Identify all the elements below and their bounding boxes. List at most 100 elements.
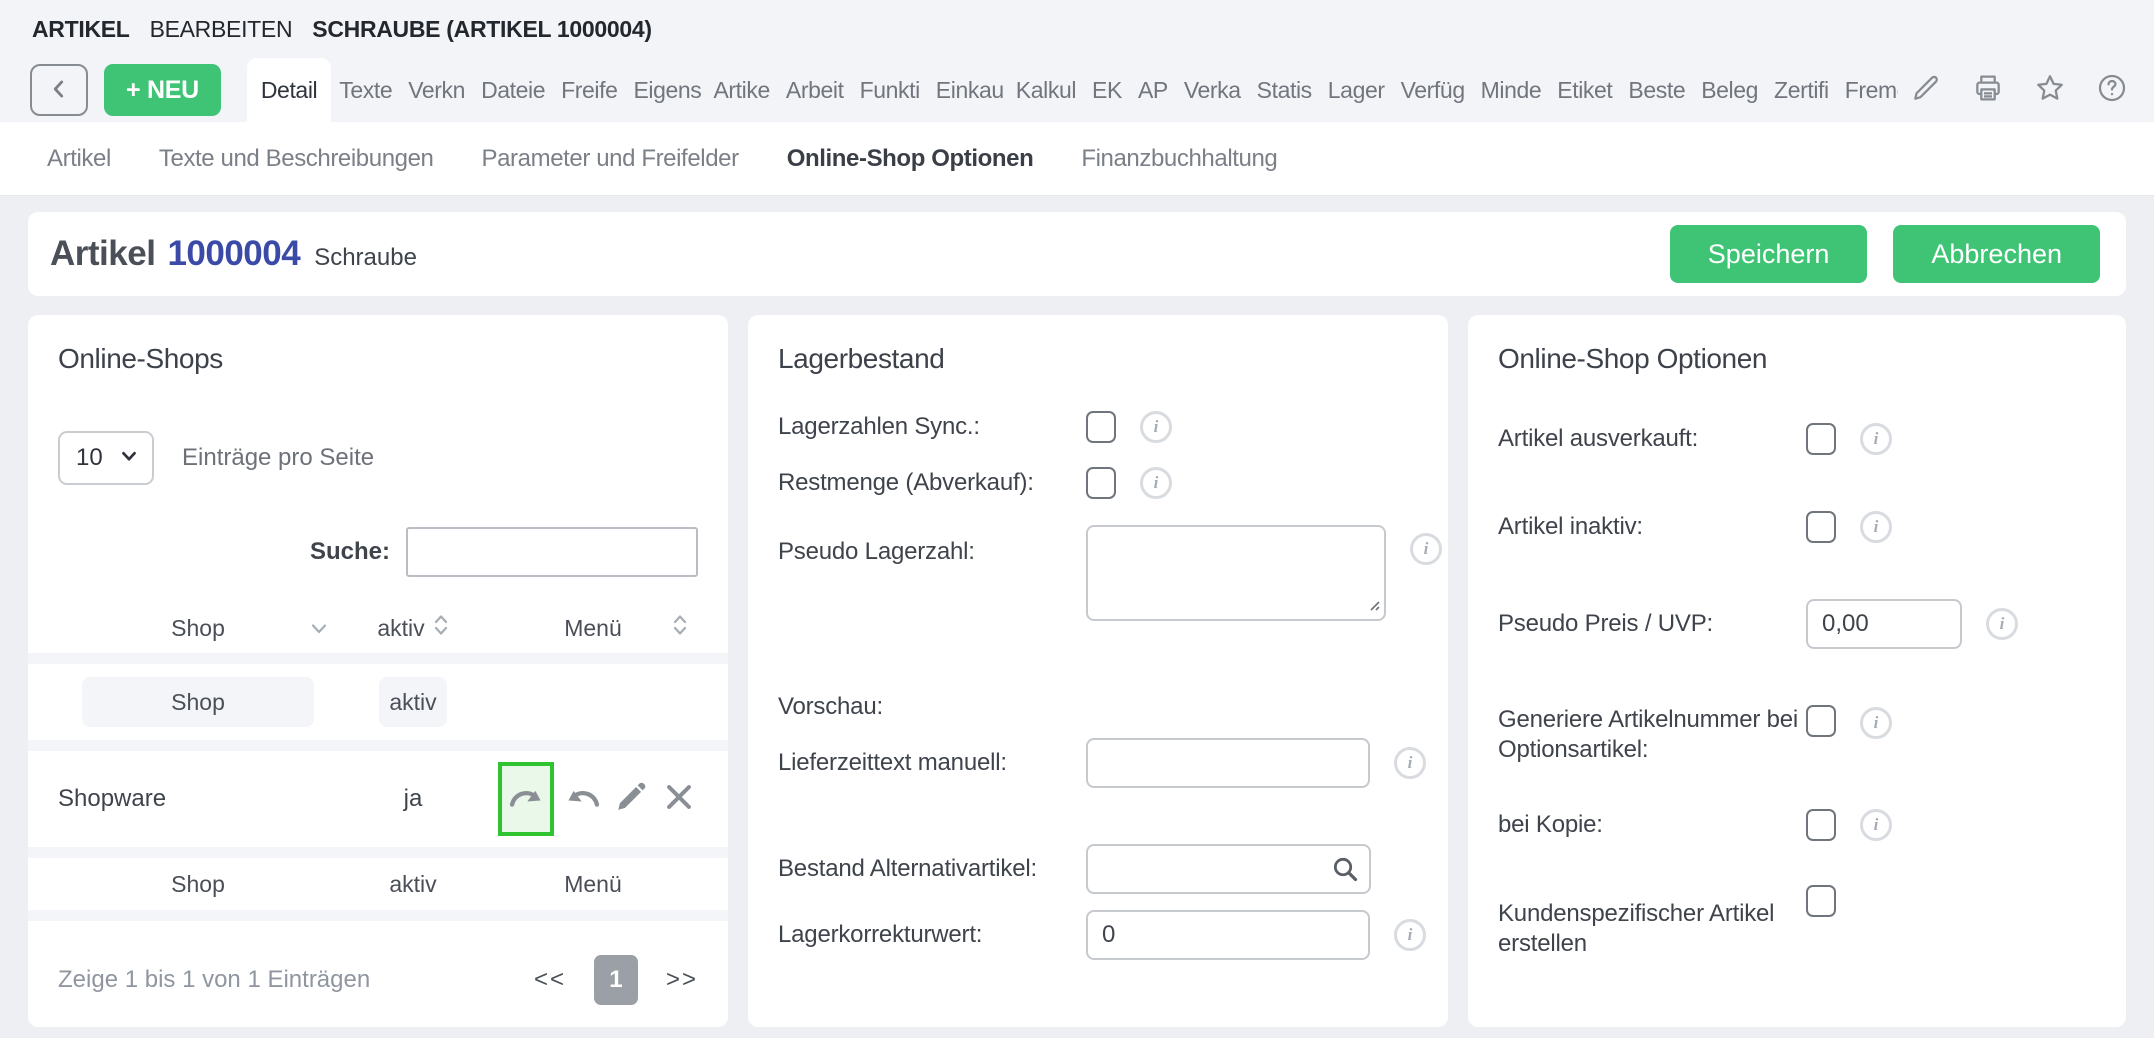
print-icon[interactable] [1972, 72, 2004, 109]
table-row-shopware: Shopware ja [58, 751, 698, 847]
artikel-ausverkauft-label: Artikel ausverkauft: [1498, 424, 1806, 454]
search-magnifier-icon[interactable] [1331, 855, 1359, 883]
tab-lager[interactable]: Lager [1320, 58, 1393, 122]
breadcrumb-item: SCHRAUBE (ARTIKEL 1000004) [312, 16, 651, 43]
page-size-select[interactable]: 10 [58, 431, 154, 485]
shops-table-footer: Shop aktiv Menü [58, 858, 698, 910]
pseudo-preis-label: Pseudo Preis / UVP: [1498, 609, 1806, 639]
page-number-button[interactable]: 1 [594, 955, 638, 1005]
tab-texte[interactable]: Texte [331, 58, 400, 122]
lagerzahlen-sync-label: Lagerzahlen Sync.: [778, 412, 1086, 442]
lagerbestand-panel: Lagerbestand Lagerzahlen Sync.: i Restme… [748, 315, 1448, 1027]
subnav-texte-beschreibungen[interactable]: Texte und Beschreibungen [159, 145, 434, 173]
restmenge-checkbox[interactable] [1086, 467, 1116, 499]
lieferzeittext-input[interactable] [1086, 738, 1370, 788]
tab-ek[interactable]: EK [1084, 58, 1130, 122]
artikel-inaktiv-checkbox[interactable] [1806, 511, 1836, 543]
cell-aktiv-value: ja [338, 785, 488, 813]
pagination: Zeige 1 bis 1 von 1 Einträgen << 1 >> [58, 955, 698, 1005]
vorschau-label: Vorschau: [778, 692, 1086, 722]
tab-belege[interactable]: Beleg [1693, 58, 1766, 122]
tab-dateien[interactable]: Dateie [473, 58, 553, 122]
subnav-artikel[interactable]: Artikel [47, 145, 111, 173]
kundenspezifisch-label: Kundenspezifischer Artikel erstellen [1498, 899, 1806, 959]
tab-funktionen[interactable]: Funkti [852, 58, 928, 122]
tab-artikel[interactable]: Artike [705, 58, 777, 122]
page-size-label: Einträge pro Seite [182, 444, 374, 472]
info-icon[interactable]: i [1410, 533, 1442, 565]
tab-mindestlager[interactable]: Minde [1473, 58, 1550, 122]
breadcrumb-action: BEARBEITEN [150, 16, 293, 43]
new-button[interactable]: + NEU [104, 64, 221, 116]
info-icon[interactable]: i [1394, 747, 1426, 779]
tab-etiketten[interactable]: Etiket [1549, 58, 1620, 122]
back-button[interactable] [30, 64, 88, 116]
tab-eigenschaften[interactable]: Eigens [625, 58, 705, 122]
favorite-star-icon[interactable] [2034, 72, 2066, 109]
info-icon[interactable]: i [1140, 467, 1172, 499]
generiere-artikelnummer-checkbox[interactable] [1806, 705, 1836, 737]
tab-arbeit[interactable]: Arbeit [778, 58, 852, 122]
pseudo-preis-input[interactable] [1806, 599, 1962, 649]
bei-kopie-label: bei Kopie: [1498, 810, 1806, 840]
sub-navigation: Artikel Texte und Beschreibungen Paramet… [0, 122, 2154, 196]
previous-page-button[interactable]: << [534, 966, 566, 994]
edit-pencil-icon[interactable] [1910, 72, 1942, 109]
undo-icon[interactable] [564, 780, 602, 819]
column-header-shop[interactable]: Shop [58, 603, 338, 653]
sort-icon [433, 612, 449, 644]
pseudo-lagerzahl-textarea[interactable] [1086, 525, 1386, 621]
next-page-button[interactable]: >> [666, 966, 698, 994]
subnav-finanzbuchhaltung[interactable]: Finanzbuchhaltung [1081, 145, 1277, 173]
info-icon[interactable]: i [1860, 809, 1892, 841]
lagerkorrekturwert-input[interactable] [1086, 910, 1370, 960]
info-icon[interactable]: i [1394, 919, 1426, 951]
edit-pencil-icon[interactable] [612, 780, 650, 819]
filter-shop-button[interactable]: Shop [82, 677, 314, 727]
tab-freifelder[interactable]: Freife [553, 58, 625, 122]
bestand-alternativartikel-input[interactable] [1086, 844, 1371, 894]
help-icon[interactable] [2096, 72, 2128, 109]
save-button[interactable]: Speichern [1670, 225, 1868, 283]
delete-x-icon[interactable] [660, 780, 698, 819]
online-shops-title: Online-Shops [58, 343, 698, 375]
info-icon[interactable]: i [1986, 608, 2018, 640]
tab-einkauf[interactable]: Einkau [928, 58, 1008, 122]
info-icon[interactable]: i [1860, 423, 1892, 455]
subnav-parameter-freifelder[interactable]: Parameter und Freifelder [482, 145, 739, 173]
pagination-info: Zeige 1 bis 1 von 1 Einträgen [58, 966, 370, 994]
lagerkorrekturwert-label: Lagerkorrekturwert: [778, 920, 1086, 950]
search-input[interactable] [406, 527, 698, 577]
tab-verkn[interactable]: Verkn [400, 58, 473, 122]
toolbar-icon-group [1898, 58, 2128, 122]
subnav-online-shop-optionen[interactable]: Online-Shop Optionen [787, 145, 1034, 173]
artikel-ausverkauft-checkbox[interactable] [1806, 423, 1836, 455]
shop-optionen-title: Online-Shop Optionen [1498, 343, 2096, 375]
tab-kalkulation[interactable]: Kalkul [1008, 58, 1084, 122]
filter-aktiv-button[interactable]: aktiv [379, 677, 447, 727]
pseudo-lagerzahl-label: Pseudo Lagerzahl: [778, 537, 1086, 567]
info-icon[interactable]: i [1140, 411, 1172, 443]
tab-verkauf[interactable]: Verka [1176, 58, 1249, 122]
bei-kopie-checkbox[interactable] [1806, 809, 1836, 841]
shops-filter-row: Shop aktiv [58, 664, 698, 740]
tab-strip: Detail Texte Verkn Dateie Freife Eigens … [247, 58, 1947, 122]
info-icon[interactable]: i [1860, 511, 1892, 543]
tab-statistik[interactable]: Statis [1249, 58, 1320, 122]
cancel-button[interactable]: Abbrechen [1893, 225, 2100, 283]
tab-bestellungen[interactable]: Beste [1620, 58, 1693, 122]
column-header-aktiv[interactable]: aktiv [338, 603, 488, 653]
tab-zertifikate[interactable]: Zertifi [1766, 58, 1837, 122]
kundenspezifisch-checkbox[interactable] [1806, 885, 1836, 917]
tab-detail[interactable]: Detail [247, 58, 331, 122]
restmenge-label: Restmenge (Abverkauf): [778, 468, 1086, 498]
tab-verfuegbarkeit[interactable]: Verfüg [1393, 58, 1473, 122]
redo-transfer-icon[interactable] [507, 780, 545, 819]
column-header-menue[interactable]: Menü [488, 603, 698, 653]
tab-ap[interactable]: AP [1130, 58, 1176, 122]
title-card: Artikel 1000004 Schraube Speichern Abbre… [28, 212, 2126, 296]
info-icon[interactable]: i [1860, 707, 1892, 739]
lagerbestand-title: Lagerbestand [778, 343, 1418, 375]
lagerzahlen-sync-checkbox[interactable] [1086, 411, 1116, 443]
shops-table-header: Shop aktiv Menü [58, 603, 698, 653]
